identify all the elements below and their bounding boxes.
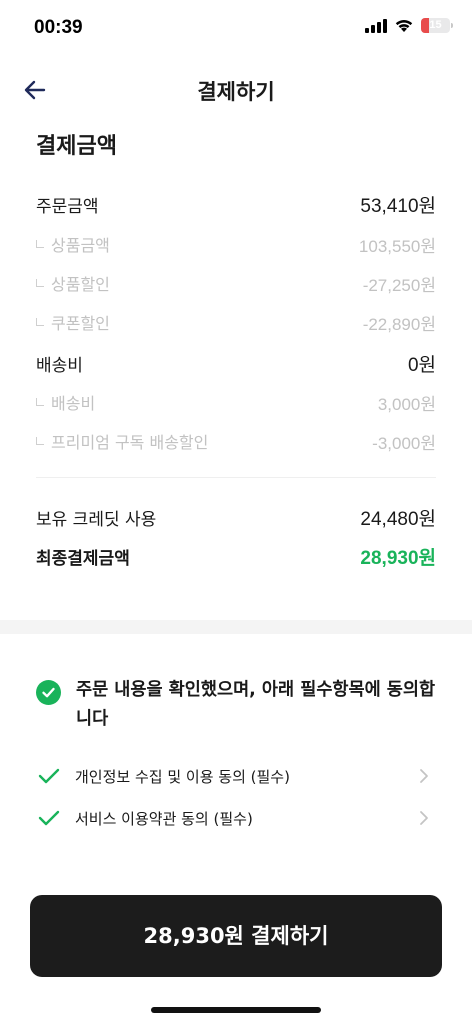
divider: [36, 477, 436, 478]
checkmark-icon: [38, 768, 60, 784]
wifi-icon: [395, 20, 413, 32]
chevron-right-icon[interactable]: [418, 768, 430, 784]
credit-row: 보유 크레딧 사용 24,480원: [36, 504, 436, 530]
final-amount-value: 28,930원: [360, 547, 436, 569]
checkmark-icon: [38, 810, 60, 826]
final-amount-label: 최종결제금액: [36, 548, 130, 569]
shipping-fee-row: 배송비 0원: [36, 350, 436, 376]
premium-shipping-discount-value: -3,000원: [372, 433, 436, 453]
product-amount-label: 상품금액: [51, 236, 110, 255]
sub-item-bullet-icon: [36, 398, 44, 406]
product-discount-value: -27,250원: [362, 275, 436, 295]
coupon-discount-row: 쿠폰할인 -22,890원: [36, 309, 436, 335]
product-discount-row: 상품할인 -27,250원: [36, 270, 436, 296]
order-amount-value: 53,410원: [360, 195, 436, 217]
order-amount-row: 주문금액 53,410원: [36, 191, 436, 217]
pay-button[interactable]: 28,930원 결제하기: [30, 895, 442, 977]
shipping-fee-value: 0원: [407, 354, 436, 376]
cellular-signal-icon: [365, 18, 387, 33]
shipping-base-value: 3,000원: [377, 394, 436, 414]
page-title: 결제하기: [197, 80, 275, 104]
status-icons: 15: [365, 18, 453, 33]
status-bar: 00:39 15: [0, 0, 472, 58]
term-service[interactable]: 서비스 이용약관 동의 (필수): [36, 805, 436, 833]
term-privacy[interactable]: 개인정보 수집 및 이용 동의 (필수): [36, 763, 436, 791]
final-amount-row: 최종결제금액 28,930원: [36, 543, 436, 569]
credit-value: 24,480원: [360, 508, 436, 530]
credit-label: 보유 크레딧 사용: [36, 509, 157, 530]
battery-level: 15: [429, 19, 442, 31]
product-discount-label: 상품할인: [51, 275, 110, 294]
section-title: 결제금액: [36, 134, 117, 159]
sub-item-bullet-icon: [36, 279, 44, 287]
product-amount-row: 상품금액 103,550원: [36, 231, 436, 257]
battery-icon: 15: [421, 18, 453, 33]
coupon-discount-label: 쿠폰할인: [51, 314, 110, 333]
home-indicator: [151, 1007, 321, 1013]
agree-all-label: 주문 내용을 확인했으며, 아래 필수항목에 동의합니다: [76, 680, 436, 729]
product-amount-value: 103,550원: [358, 236, 436, 256]
checked-circle-icon: [36, 680, 61, 705]
sub-item-bullet-icon: [36, 318, 44, 326]
shipping-base-label: 배송비: [51, 394, 96, 413]
term-service-label: 서비스 이용약관 동의 (필수): [75, 810, 253, 828]
shipping-base-row: 배송비 3,000원: [36, 389, 436, 415]
sub-item-bullet-icon: [36, 437, 44, 445]
term-privacy-label: 개인정보 수집 및 이용 동의 (필수): [75, 768, 290, 786]
coupon-discount-value: -22,890원: [362, 314, 436, 334]
sub-item-bullet-icon: [36, 240, 44, 248]
premium-shipping-discount-label: 프리미엄 구독 배송할인: [51, 433, 209, 452]
order-amount-label: 주문금액: [36, 196, 99, 217]
nav-header: 결제하기: [0, 66, 472, 114]
section-divider: [0, 620, 472, 634]
shipping-fee-label: 배송비: [36, 355, 83, 376]
premium-shipping-discount-row: 프리미엄 구독 배송할인 -3,000원: [36, 428, 436, 454]
status-time: 00:39: [34, 17, 83, 38]
chevron-right-icon[interactable]: [418, 810, 430, 826]
